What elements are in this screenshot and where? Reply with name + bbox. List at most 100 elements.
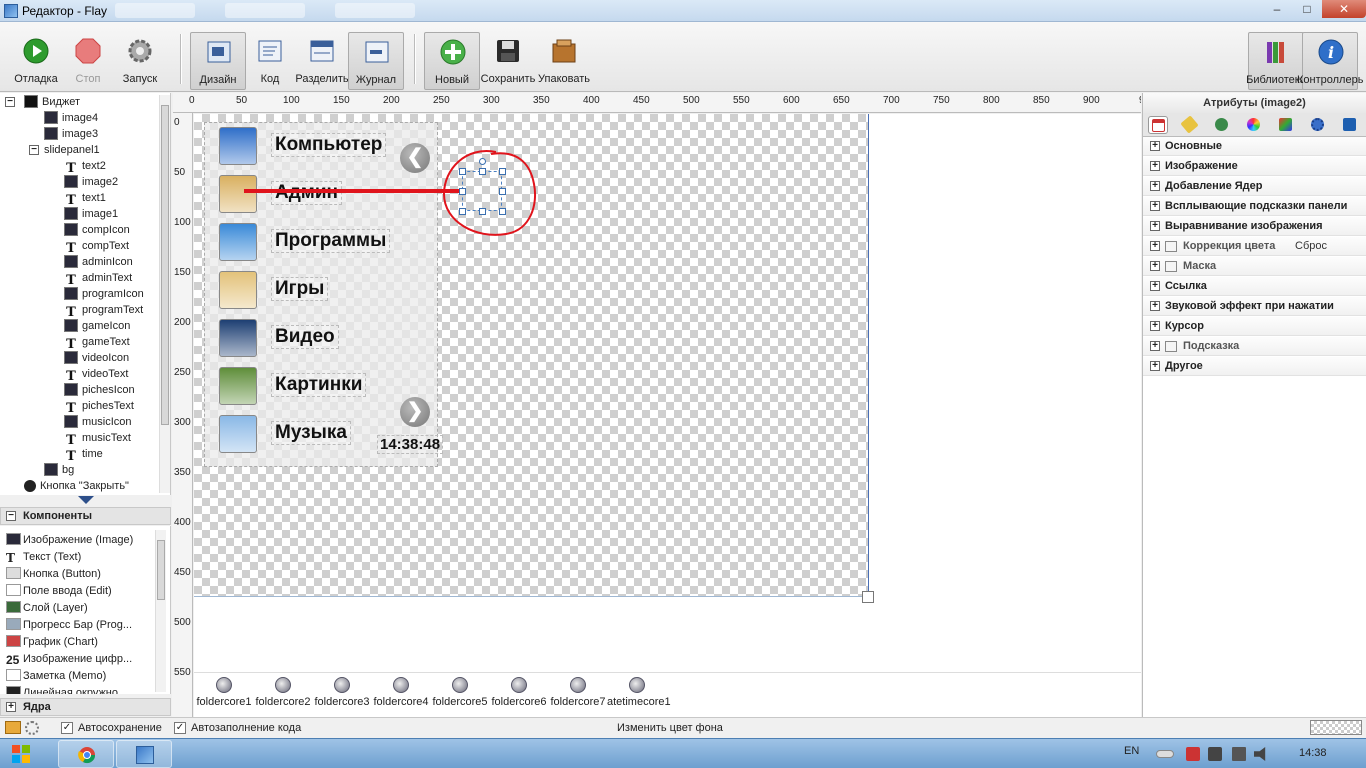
tab-box[interactable]: [1340, 116, 1360, 134]
expand-icon[interactable]: +: [1150, 301, 1160, 311]
autosave-checkbox[interactable]: ✓: [61, 722, 73, 734]
start-button[interactable]: [2, 741, 42, 767]
expand-icon[interactable]: +: [1150, 341, 1160, 351]
attribute-section[interactable]: + Добавление Ядер: [1143, 177, 1366, 196]
attribute-section[interactable]: + Курсор: [1143, 317, 1366, 336]
component-item[interactable]: Поле ввода (Edit): [6, 583, 112, 599]
toggle-icon[interactable]: [1156, 750, 1174, 758]
time-text[interactable]: 14:38:48: [377, 435, 444, 454]
resize-handle[interactable]: [459, 188, 466, 195]
expand-icon[interactable]: +: [1150, 281, 1160, 291]
tree-item[interactable]: programIcon: [64, 286, 144, 302]
tree-item[interactable]: Кнопка "Закрыть": [24, 478, 129, 494]
cores-header[interactable]: + Ядра: [0, 698, 171, 716]
battery-icon[interactable]: [1232, 747, 1246, 761]
widget-row-icon[interactable]: [219, 271, 257, 309]
reset-link[interactable]: Сброс: [1295, 237, 1327, 255]
run-button[interactable]: Запуск: [112, 32, 168, 90]
component-item[interactable]: 25 Изображение цифр...: [6, 651, 132, 667]
close-button[interactable]: ✕: [1322, 0, 1366, 18]
widget-row-icon[interactable]: [219, 175, 257, 213]
resize-handle[interactable]: [479, 168, 486, 175]
core-item[interactable]: foldercore6: [489, 677, 549, 708]
expand-icon[interactable]: +: [1150, 221, 1160, 231]
tree-item[interactable]: videoIcon: [64, 350, 129, 366]
tree-item[interactable]: TpichesText: [64, 398, 134, 415]
core-item[interactable]: atetimecore1: [607, 677, 671, 708]
widget-row-icon[interactable]: [219, 319, 257, 357]
component-item[interactable]: T Текст (Text): [6, 549, 81, 565]
tree-item[interactable]: musicIcon: [64, 414, 132, 430]
widget-row-text[interactable]: Компьютер: [271, 133, 387, 157]
minimize-button[interactable]: –: [1262, 0, 1292, 18]
attribute-section[interactable]: + Основные: [1143, 137, 1366, 156]
components-scroll-thumb[interactable]: [157, 540, 165, 600]
component-item[interactable]: Изображение (Image): [6, 532, 133, 548]
tree-item[interactable]: TcompText: [64, 238, 129, 255]
expand-icon[interactable]: +: [1150, 201, 1160, 211]
widget-row-icon[interactable]: [219, 415, 257, 453]
attribute-section[interactable]: + Всплывающие подсказки панели: [1143, 197, 1366, 216]
tree-item[interactable]: compIcon: [64, 222, 130, 238]
folder-icon[interactable]: [5, 721, 21, 734]
tree-item[interactable]: pichesIcon: [64, 382, 135, 398]
language-indicator[interactable]: EN: [1124, 745, 1139, 757]
attribute-section[interactable]: + Звуковой эффект при нажатии: [1143, 297, 1366, 316]
core-item[interactable]: foldercore7: [548, 677, 608, 708]
tab-ruler[interactable]: [1180, 115, 1200, 134]
resize-handle[interactable]: [479, 208, 486, 215]
expand-icon[interactable]: +: [1150, 361, 1160, 371]
expand-icon[interactable]: +: [1150, 161, 1160, 171]
collapse-icon[interactable]: −: [5, 97, 15, 107]
tree-item[interactable]: adminIcon: [64, 254, 133, 270]
tree-item[interactable]: image4: [44, 110, 98, 126]
core-item[interactable]: foldercore1: [194, 677, 254, 708]
expand-arrow-icon[interactable]: [78, 496, 94, 504]
controllers-button[interactable]: i Контроллеры: [1297, 32, 1363, 90]
save-button[interactable]: Сохранить: [480, 32, 536, 90]
usb-icon[interactable]: [1208, 747, 1222, 761]
tree-item[interactable]: image1: [64, 206, 118, 222]
widget-row-text[interactable]: Видео: [271, 325, 339, 349]
expand-icon[interactable]: +: [1150, 261, 1160, 271]
section-checkbox[interactable]: [1165, 261, 1177, 272]
speaker-icon[interactable]: [1254, 747, 1266, 761]
autocomplete-checkbox[interactable]: ✓: [174, 722, 186, 734]
component-item[interactable]: Заметка (Memo): [6, 668, 106, 684]
core-item[interactable]: foldercore5: [430, 677, 490, 708]
resize-grip-icon[interactable]: [862, 591, 874, 603]
core-item[interactable]: foldercore4: [371, 677, 431, 708]
attribute-section[interactable]: + Другое: [1143, 357, 1366, 376]
tree-item[interactable]: TvideoText: [64, 366, 128, 383]
widget-row-icon[interactable]: [219, 367, 257, 405]
prev-arrow-icon[interactable]: ❮: [400, 143, 430, 173]
tree-item[interactable]: Виджет: [24, 94, 80, 110]
widget-row-text[interactable]: Админ: [271, 181, 342, 205]
tree-scrollbar[interactable]: [159, 95, 170, 493]
taskbar-chrome[interactable]: [58, 740, 114, 768]
background-color-swatch[interactable]: [1310, 720, 1362, 735]
attribute-section[interactable]: + Коррекция цвета Сброс: [1143, 237, 1366, 256]
resize-handle[interactable]: [459, 168, 466, 175]
section-checkbox[interactable]: [1165, 341, 1177, 352]
component-item[interactable]: Кнопка (Button): [6, 566, 101, 582]
tree-item[interactable]: TprogramText: [64, 302, 143, 319]
collapse-icon[interactable]: −: [6, 511, 16, 521]
pack-button[interactable]: Упаковать: [536, 32, 592, 90]
tree-item[interactable]: TmusicText: [64, 430, 131, 447]
component-item[interactable]: График (Chart): [6, 634, 98, 650]
next-arrow-icon[interactable]: ❯: [400, 397, 430, 427]
core-item[interactable]: foldercore2: [253, 677, 313, 708]
widget-row-icon[interactable]: [219, 127, 257, 165]
attribute-section[interactable]: + Изображение: [1143, 157, 1366, 176]
widget-row-text[interactable]: Музыка: [271, 421, 351, 445]
network-warning-icon[interactable]: [1186, 747, 1200, 761]
tree-item[interactable]: gameIcon: [64, 318, 130, 334]
journal-tab[interactable]: Журнал: [348, 32, 404, 90]
attribute-section[interactable]: + Ссылка: [1143, 277, 1366, 296]
widget-row-icon[interactable]: [219, 223, 257, 261]
collapse-icon[interactable]: −: [29, 145, 39, 155]
tree-scroll-thumb[interactable]: [161, 105, 169, 425]
tree-item[interactable]: image2: [64, 174, 118, 190]
tree-item[interactable]: image3: [44, 126, 98, 142]
